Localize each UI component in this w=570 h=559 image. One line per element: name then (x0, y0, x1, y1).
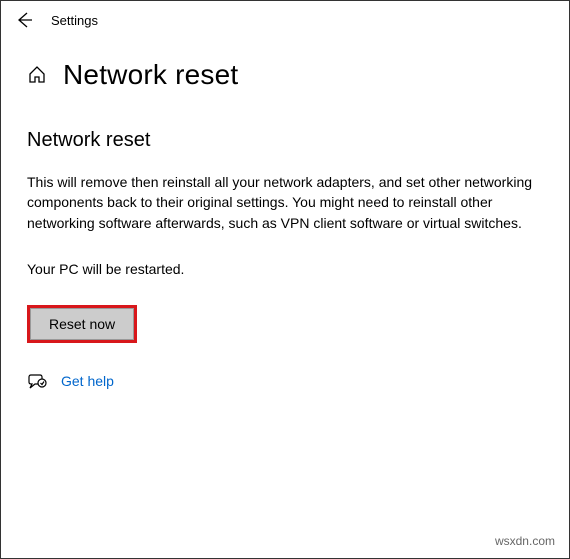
page-title: Network reset (63, 59, 238, 91)
watermark: wsxdn.com (495, 534, 555, 548)
home-icon[interactable] (27, 65, 47, 85)
arrow-left-icon (15, 11, 33, 29)
description-text: This will remove then reinstall all your… (27, 172, 537, 233)
help-icon (27, 371, 47, 391)
get-help-link[interactable]: Get help (61, 373, 114, 389)
section-heading: Network reset (27, 129, 543, 152)
restart-note: Your PC will be restarted. (27, 261, 543, 277)
reset-button-highlight: Reset now (27, 305, 137, 343)
back-button[interactable] (15, 11, 33, 29)
reset-now-button[interactable]: Reset now (30, 308, 134, 340)
header-title: Settings (51, 13, 98, 28)
